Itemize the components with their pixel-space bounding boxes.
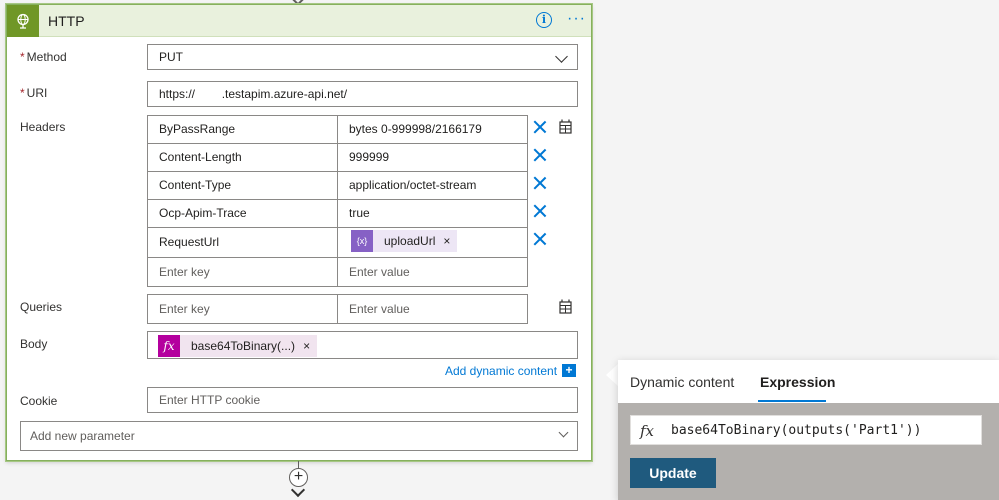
- expression-token[interactable]: fx base64ToBinary(...) ×: [158, 335, 318, 357]
- method-label: * Method: [20, 50, 67, 64]
- method-value: PUT: [159, 50, 183, 64]
- dynamic-content-token[interactable]: {x} uploadUrl ×: [351, 230, 458, 252]
- ellipsis-icon[interactable]: ···: [567, 11, 586, 27]
- add-new-parameter-dropdown[interactable]: Add new parameter: [20, 421, 578, 451]
- header-key-field[interactable]: Content-Length: [147, 143, 338, 172]
- active-tab-indicator: [758, 400, 826, 402]
- http-action-card: HTTP i ··· * Method PUT * URI https:// .te…: [6, 4, 592, 461]
- switch-to-text-mode-icon[interactable]: [558, 299, 573, 314]
- header-value-field[interactable]: true: [337, 199, 528, 228]
- headers-label: Headers: [20, 120, 66, 134]
- header-value-field[interactable]: application/octet-stream: [337, 171, 528, 200]
- close-icon[interactable]: ×: [303, 339, 317, 353]
- popup-caret: [606, 364, 618, 386]
- update-button[interactable]: Update: [630, 458, 716, 488]
- tab-dynamic-content[interactable]: Dynamic content: [630, 374, 734, 390]
- switch-to-text-mode-icon[interactable]: [558, 119, 573, 134]
- remove-header-close-icon[interactable]: [532, 119, 548, 135]
- header-key-input[interactable]: Enter key: [147, 257, 338, 287]
- cookie-input[interactable]: Enter HTTP cookie: [147, 387, 578, 413]
- remove-header-close-icon[interactable]: [532, 175, 548, 191]
- header-key-field[interactable]: Ocp-Apim-Trace: [147, 199, 338, 228]
- body-label: Body: [20, 337, 48, 351]
- header-value-field[interactable]: bytes 0-999998/2166179: [337, 115, 528, 144]
- variable-icon: {x}: [351, 230, 373, 252]
- token-label: base64ToBinary(...): [191, 339, 296, 353]
- dynamic-content-panel: Dynamic content Expression fx base64ToBi…: [618, 360, 999, 500]
- uri-input[interactable]: https:// .testapim.azure-api.net/: [147, 81, 578, 107]
- tab-expression[interactable]: Expression: [760, 374, 835, 390]
- plus-icon[interactable]: +: [562, 364, 576, 377]
- card-title: HTTP: [48, 13, 85, 29]
- header-key-field[interactable]: ByPassRange: [147, 115, 338, 144]
- remove-header-close-icon[interactable]: [532, 231, 548, 247]
- close-icon[interactable]: ×: [443, 234, 457, 248]
- header-value-input[interactable]: Enter value: [337, 257, 528, 287]
- card-header[interactable]: HTTP i ···: [7, 5, 591, 37]
- header-key-field[interactable]: RequestUrl: [147, 227, 338, 258]
- globe-icon: [7, 5, 39, 37]
- uri-label: * URI: [20, 86, 48, 100]
- info-icon[interactable]: i: [536, 12, 552, 28]
- remove-header-close-icon[interactable]: [532, 203, 548, 219]
- function-icon: fx: [158, 335, 180, 357]
- remove-header-close-icon[interactable]: [532, 147, 548, 163]
- query-value-input[interactable]: Enter value: [337, 294, 528, 324]
- function-icon: fx: [640, 422, 655, 440]
- header-value-field[interactable]: 999999: [337, 143, 528, 172]
- expression-input[interactable]: fx base64ToBinary(outputs('Part1')): [630, 415, 982, 445]
- queries-label: Queries: [20, 300, 63, 314]
- token-label: uploadUrl: [384, 234, 436, 248]
- cookie-label: Cookie: [20, 394, 58, 408]
- expression-pane: fx base64ToBinary(outputs('Part1')) Upda…: [618, 403, 999, 500]
- header-key-field[interactable]: Content-Type: [147, 171, 338, 200]
- method-dropdown[interactable]: PUT: [147, 44, 578, 70]
- add-dynamic-content-link[interactable]: Add dynamic content: [445, 364, 557, 378]
- query-key-input[interactable]: Enter key: [147, 294, 338, 324]
- expression-text: base64ToBinary(outputs('Part1')): [671, 423, 922, 438]
